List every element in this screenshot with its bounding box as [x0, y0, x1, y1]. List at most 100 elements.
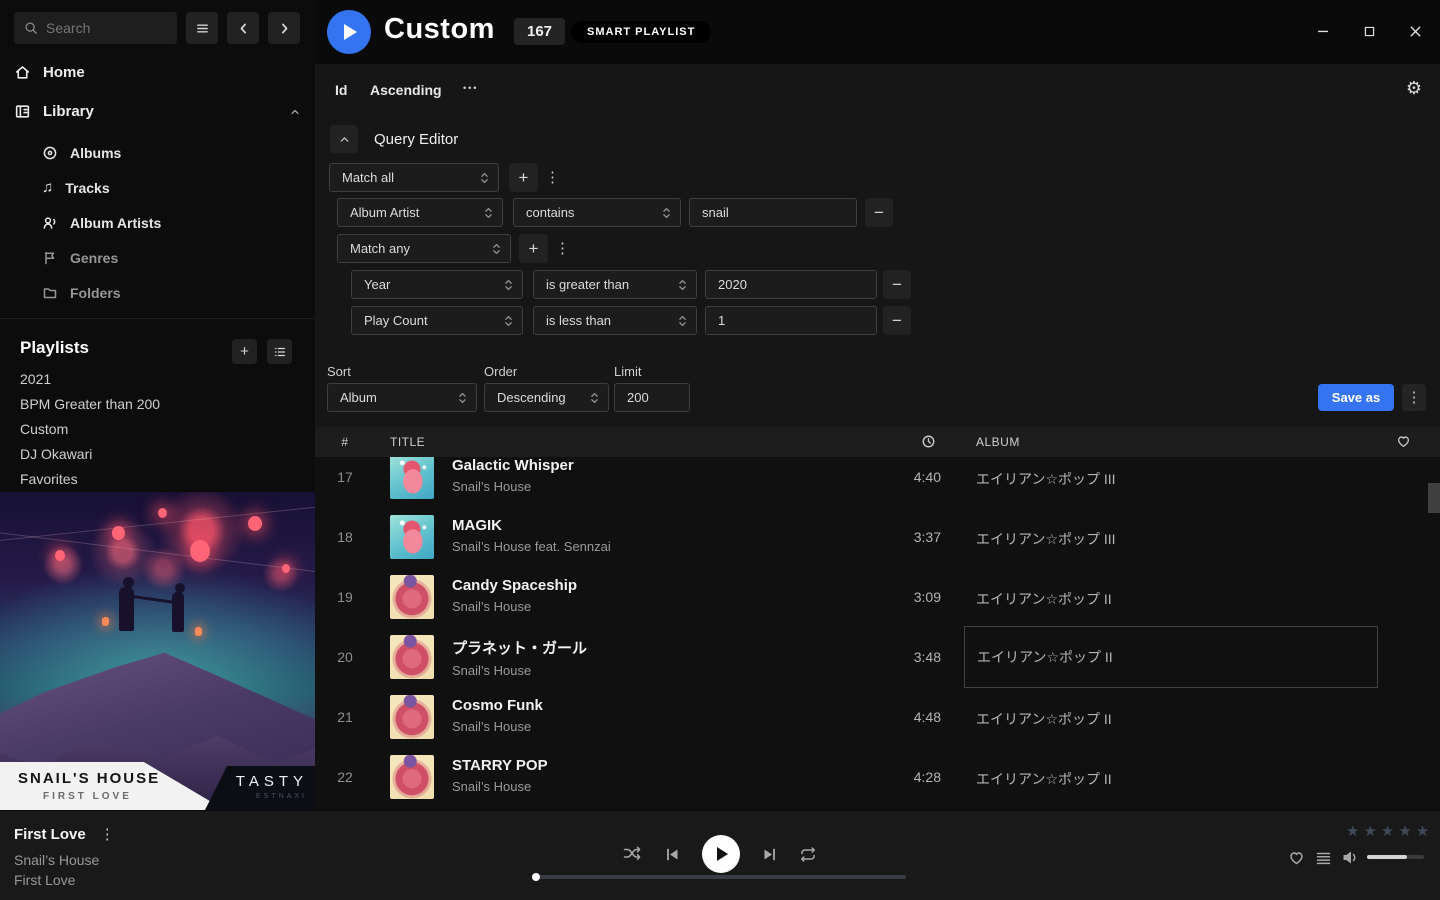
group-menu-button[interactable]: ⋮	[545, 163, 559, 192]
maximize-button[interactable]	[1360, 22, 1378, 40]
next-button[interactable]	[762, 847, 777, 862]
rule-value-input[interactable]	[689, 198, 857, 227]
volume-button[interactable]	[1342, 850, 1360, 865]
rule-operator-select[interactable]: contains	[513, 198, 681, 227]
menu-button[interactable]	[186, 12, 218, 44]
table-row[interactable]: 22 STARRY POP Snail’s House 4:28 エイリアン☆ポ…	[315, 747, 1440, 807]
volume-slider[interactable]	[1367, 855, 1424, 859]
sort-more-menu[interactable]: •••	[463, 83, 478, 93]
table-row[interactable]: 17 Galactic Whisper Snail’s House 4:40 エ…	[315, 457, 1440, 507]
settings-gear-icon[interactable]: ⚙	[1406, 78, 1422, 99]
column-album[interactable]: ALBUM	[976, 435, 1020, 449]
search-input[interactable]	[46, 20, 167, 36]
add-playlist-button[interactable]: +	[232, 339, 257, 364]
favorite-heart-icon[interactable]	[1396, 434, 1411, 449]
favorite-button[interactable]	[1288, 850, 1305, 866]
playlist-item[interactable]: BPM Greater than 200	[20, 396, 160, 412]
previous-icon	[665, 847, 680, 862]
rule-value-input[interactable]	[705, 270, 877, 299]
table-row[interactable]: 18 MAGIK Snail’s House feat. Sennzai 3:3…	[315, 507, 1440, 567]
star-rating: ★ ★ ★ ★ ★	[1346, 822, 1429, 840]
forward-button[interactable]	[268, 12, 300, 44]
track-number: 20	[315, 649, 375, 665]
remove-rule-button[interactable]: −	[865, 198, 893, 227]
limit-input[interactable]	[614, 383, 690, 412]
select-arrows-icon	[484, 206, 493, 220]
order-label: Order	[484, 364, 517, 379]
now-playing-menu-button[interactable]: ⋮	[100, 827, 114, 843]
repeat-icon	[799, 847, 817, 862]
rule-field-select[interactable]: Play Count	[351, 306, 523, 335]
rule-operator-select[interactable]: is greater than	[533, 270, 697, 299]
save-as-button[interactable]: Save as	[1318, 384, 1394, 411]
track-artist: Snail’s House feat. Sennzai	[452, 539, 920, 554]
star-icon-5[interactable]: ★	[1416, 822, 1429, 840]
column-title[interactable]: TITLE	[390, 435, 425, 449]
back-button[interactable]	[227, 12, 259, 44]
play-pause-button[interactable]	[702, 835, 740, 873]
order-select[interactable]: Descending	[484, 383, 609, 412]
sidebar-item-library[interactable]: Library	[14, 103, 301, 120]
close-icon	[1408, 24, 1423, 39]
repeat-button[interactable]	[799, 847, 817, 862]
sidebar-item-album-artists[interactable]: Album Artists	[42, 215, 161, 231]
track-title: STARRY POP	[452, 757, 920, 774]
queue-button[interactable]	[1316, 852, 1331, 865]
play-playlist-button[interactable]	[327, 10, 371, 54]
group-menu-button[interactable]: ⋮	[555, 234, 569, 263]
scrollbar-thumb[interactable]	[1428, 483, 1440, 513]
table-row[interactable]: 21 Cosmo Funk Snail’s House 4:48 エイリアン☆ポ…	[315, 687, 1440, 747]
add-rule-button[interactable]: +	[509, 163, 538, 192]
table-row[interactable]: 20 プラネット・ガール Snail’s House 3:48 エイリアン☆ポッ…	[315, 627, 1440, 687]
duration-clock-icon[interactable]	[921, 434, 936, 449]
playlist-item[interactable]: DJ Okawari	[20, 446, 92, 462]
star-icon-1[interactable]: ★	[1346, 822, 1359, 840]
star-icon-2[interactable]: ★	[1363, 822, 1376, 840]
limit-label: Limit	[614, 364, 641, 379]
remove-rule-button[interactable]: −	[883, 270, 911, 299]
sort-field-chip[interactable]: Id	[335, 82, 347, 98]
playlist-item[interactable]: 2021	[20, 371, 51, 387]
sort-select[interactable]: Album	[327, 383, 477, 412]
sidebar-item-folders[interactable]: Folders	[42, 285, 121, 301]
rule-value-input[interactable]	[705, 306, 877, 335]
hamburger-icon	[195, 21, 210, 36]
sidebar-item-home[interactable]: Home	[14, 64, 301, 81]
column-number[interactable]: #	[315, 435, 375, 449]
playlist-item[interactable]: Custom	[20, 421, 68, 437]
sidebar-item-genres[interactable]: Genres	[42, 250, 118, 266]
heart-icon	[1288, 850, 1305, 866]
match-type-select[interactable]: Match any	[337, 234, 511, 263]
sidebar-item-label: Home	[43, 64, 85, 81]
sidebar: Home Library Albums ♫ Tracks Album Artis…	[0, 0, 315, 810]
track-artist: Snail’s House	[452, 599, 920, 614]
star-icon-3[interactable]: ★	[1381, 822, 1394, 840]
divider	[0, 318, 315, 319]
album-cell-focused[interactable]: エイリアン☆ポップ II	[964, 626, 1378, 688]
seek-bar[interactable]	[534, 875, 906, 879]
sidebar-item-tracks[interactable]: ♫ Tracks	[42, 180, 110, 196]
shuffle-button[interactable]	[623, 846, 643, 862]
table-row[interactable]: 19 Candy Spaceship Snail’s House 3:09 エイ…	[315, 567, 1440, 627]
sidebar-item-albums[interactable]: Albums	[42, 145, 121, 161]
playlist-item[interactable]: Favorites	[20, 471, 78, 487]
match-type-select[interactable]: Match all	[329, 163, 499, 192]
rule-operator-select[interactable]: is less than	[533, 306, 697, 335]
rule-field-select[interactable]: Year	[351, 270, 523, 299]
cover-artist-name: SNAIL'S HOUSE	[18, 770, 160, 787]
rule-field-select[interactable]: Album Artist	[337, 198, 503, 227]
previous-button[interactable]	[665, 847, 680, 862]
playlist-list-button[interactable]	[267, 339, 292, 364]
close-button[interactable]	[1406, 22, 1424, 40]
star-icon-4[interactable]: ★	[1398, 822, 1411, 840]
add-rule-button[interactable]: +	[519, 234, 548, 263]
search-box[interactable]	[14, 12, 177, 44]
save-menu-button[interactable]: ⋮	[1402, 384, 1426, 411]
seek-handle[interactable]	[532, 873, 540, 881]
track-album: エイリアン☆ポップ II	[976, 589, 1112, 609]
sort-order-chip[interactable]: Ascending	[370, 82, 442, 98]
shuffle-icon	[623, 846, 643, 862]
remove-rule-button[interactable]: −	[883, 306, 911, 335]
minimize-button[interactable]	[1314, 22, 1332, 40]
query-editor-collapse-button[interactable]	[330, 125, 358, 153]
